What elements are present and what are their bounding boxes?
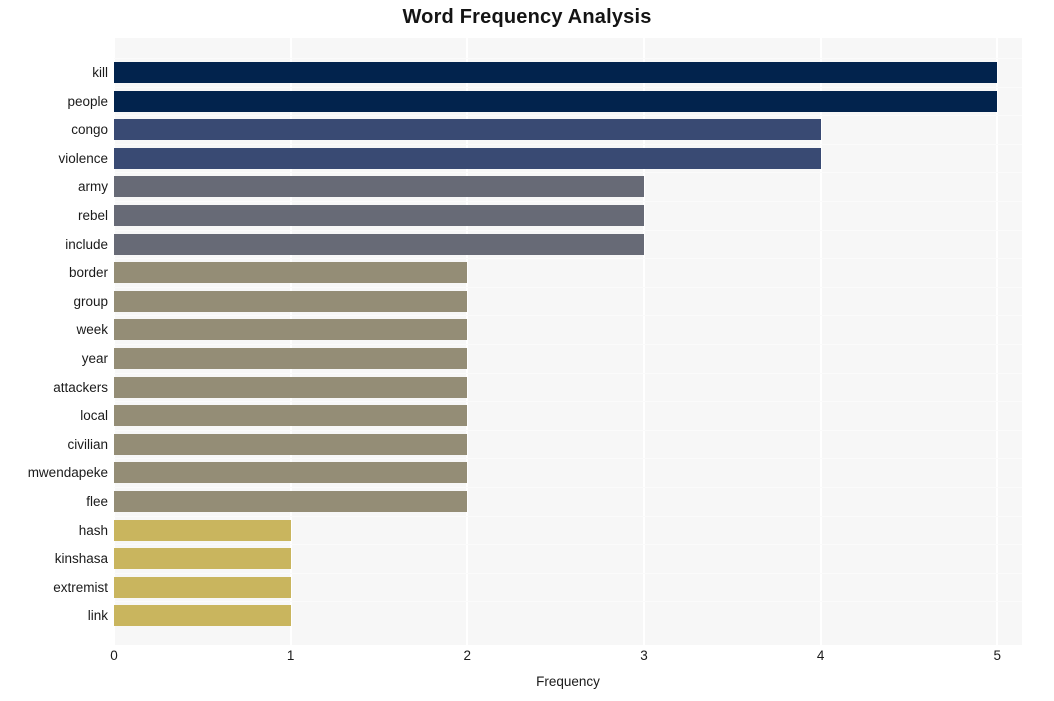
gridline-horizontal (114, 144, 1022, 145)
gridline-horizontal (114, 201, 1022, 202)
gridline-horizontal (114, 87, 1022, 88)
y-axis-label-local: local (80, 408, 108, 423)
y-axis-label-hash: hash (78, 523, 108, 538)
y-axis-label-include: include (65, 237, 108, 252)
gridline-horizontal (114, 430, 1022, 431)
y-axis-label-group: group (73, 294, 108, 309)
gridline-horizontal (114, 401, 1022, 402)
y-axis-label-kinshasa: kinshasa (54, 551, 108, 566)
gridline-horizontal (114, 287, 1022, 288)
gridline-horizontal (114, 315, 1022, 316)
y-axis-label-kill: kill (92, 65, 108, 80)
gridline-horizontal (114, 115, 1022, 116)
y-axis-label-people: people (67, 94, 108, 109)
y-axis-label-civilian: civilian (67, 437, 108, 452)
y-axis-label-border: border (68, 265, 108, 280)
bar-army (114, 176, 644, 197)
x-axis-tick-5: 5 (993, 648, 1002, 663)
gridline-horizontal (114, 258, 1022, 259)
y-axis-label-mwendapeke: mwendapeke (27, 465, 108, 480)
y-axis-label-link: link (87, 608, 108, 623)
gridline-horizontal (114, 573, 1022, 574)
bar-civilian (114, 434, 468, 455)
x-axis-tick-0: 0 (110, 648, 118, 663)
chart-title: Word Frequency Analysis (402, 6, 652, 28)
bar-rebel (114, 205, 644, 226)
y-axis-label-attackers: attackers (53, 380, 108, 395)
bar-border (114, 262, 468, 283)
gridline-horizontal (114, 516, 1022, 517)
x-axis-tick-4: 4 (816, 648, 825, 663)
gridline-horizontal (114, 601, 1022, 602)
x-axis-title: Frequency (536, 674, 600, 689)
gridline-horizontal (114, 487, 1022, 488)
bar-year (114, 348, 468, 369)
bar-local (114, 405, 468, 426)
y-axis-label-flee: flee (86, 494, 108, 509)
bar-group (114, 291, 468, 312)
x-axis-tick-1: 1 (286, 648, 295, 663)
bar-kill (114, 62, 998, 83)
y-axis-label-week: week (76, 322, 108, 337)
x-axis-tick-2: 2 (463, 648, 472, 663)
x-axis-tick-3: 3 (640, 648, 648, 663)
bar-week (114, 319, 468, 340)
bar-people (114, 91, 998, 112)
bar-mwendapeke (114, 462, 468, 483)
gridline-horizontal (114, 458, 1022, 459)
x-axis-tick-labels: 0 1 2 3 4 5 (110, 648, 1022, 670)
gridline-horizontal (114, 544, 1022, 545)
y-axis-label-congo: congo (71, 122, 108, 137)
gridline-vertical (996, 38, 999, 645)
bar-congo (114, 119, 821, 140)
gridline-horizontal (114, 172, 1022, 173)
plot-area (114, 38, 1022, 645)
bar-extremist (114, 577, 291, 598)
bar-kinshasa (114, 548, 291, 569)
word-frequency-bar-chart: Word Frequency Analysis kill people congo v… (0, 0, 1054, 701)
y-axis-label-rebel: rebel (77, 208, 108, 223)
gridline-horizontal (114, 344, 1022, 345)
bar-include (114, 234, 644, 255)
bar-violence (114, 148, 821, 169)
gridline-horizontal (114, 230, 1022, 231)
y-axis-label-extremist: extremist (53, 580, 108, 595)
y-axis-label-year: year (81, 351, 108, 366)
y-axis-label-army: army (78, 179, 108, 194)
gridline-horizontal (114, 373, 1022, 374)
gridline-horizontal (114, 58, 1022, 59)
bar-attackers (114, 377, 468, 398)
bar-hash (114, 520, 291, 541)
y-axis-label-violence: violence (58, 151, 108, 166)
y-axis-labels: kill people congo violence army rebel include b… (0, 38, 108, 645)
bar-flee (114, 491, 468, 512)
bar-link (114, 605, 291, 626)
